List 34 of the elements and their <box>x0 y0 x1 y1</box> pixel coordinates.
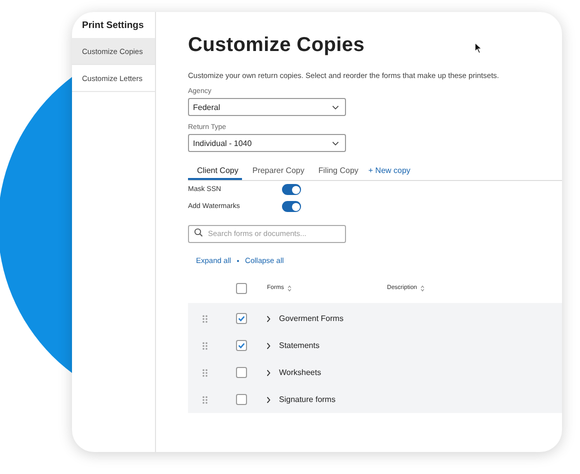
row-checkbox[interactable] <box>236 340 246 351</box>
chevron-right-icon[interactable] <box>266 342 271 350</box>
tab[interactable]: Client Copy <box>188 164 242 180</box>
toggle-switch[interactable] <box>282 201 301 212</box>
tab[interactable]: Preparer Copy <box>248 164 308 180</box>
toggle-switch[interactable] <box>282 184 301 195</box>
form-group-name: Statements <box>279 341 320 350</box>
form-group-name: Goverment Forms <box>279 314 344 323</box>
sidebar-title: Print Settings <box>81 19 145 33</box>
sort-icon <box>287 284 292 292</box>
row-checkbox[interactable] <box>236 313 246 324</box>
drag-handle-icon[interactable] <box>202 368 208 376</box>
separator-dot <box>237 260 240 262</box>
page-title: Customize Copies <box>188 34 365 58</box>
drag-handle-icon[interactable] <box>202 314 208 322</box>
select-all-checkbox[interactable] <box>236 282 246 294</box>
search-icon <box>194 228 203 236</box>
drag-handle-icon[interactable] <box>202 396 208 404</box>
chevron-down-icon <box>332 104 339 110</box>
chevron-right-icon[interactable] <box>266 314 271 322</box>
drag-handle-icon[interactable] <box>202 342 208 350</box>
form-group-name: Signature forms <box>279 395 336 404</box>
cursor-icon <box>474 42 483 54</box>
sort-icon <box>420 284 426 292</box>
new-copy-link[interactable]: + New copy <box>368 164 414 180</box>
dropdown[interactable]: Individual - 1040 <box>188 134 346 152</box>
chevron-right-icon[interactable] <box>266 368 271 376</box>
tab[interactable]: Filing Copy <box>314 164 362 180</box>
form-group-name: Worksheets <box>279 368 322 377</box>
chevron-down-icon <box>332 140 339 146</box>
row-checkbox[interactable] <box>236 394 246 405</box>
chevron-right-icon[interactable] <box>266 396 271 404</box>
row-checkbox[interactable] <box>236 367 246 378</box>
dropdown[interactable]: Federal <box>188 98 346 116</box>
